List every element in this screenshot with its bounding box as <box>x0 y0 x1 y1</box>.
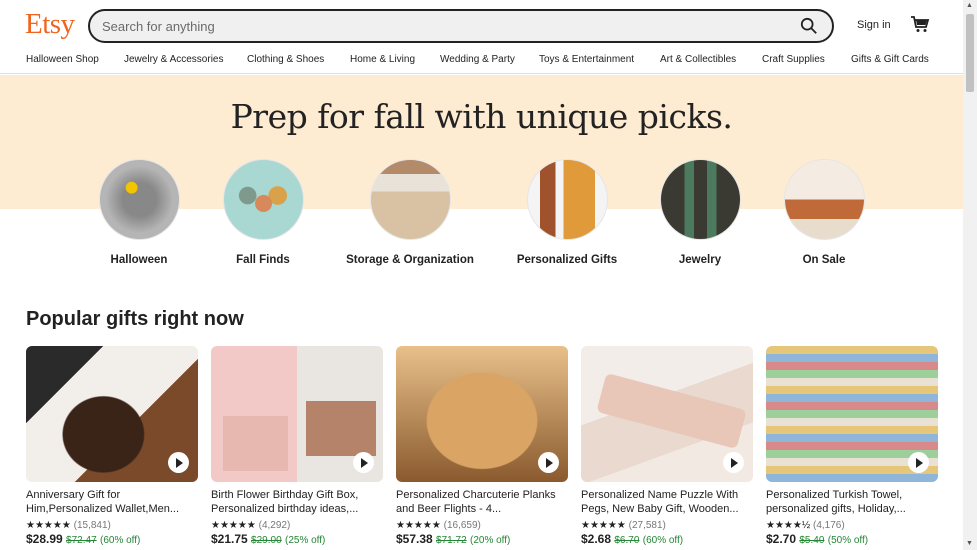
product-price: $2.70 $5.40 (50% off) <box>766 532 869 546</box>
product-image[interactable] <box>581 346 753 482</box>
category-image <box>783 159 865 240</box>
product-title[interactable]: Birth Flower Birthday Gift Box, Personal… <box>211 488 383 516</box>
header: Etsy Sign in <box>0 0 963 50</box>
nav-toys-entertainment[interactable]: Toys & Entertainment <box>539 54 634 65</box>
product-rating: ★★★★½ (4,176) <box>766 520 845 531</box>
nav-craft-supplies[interactable]: Craft Supplies <box>762 54 825 65</box>
play-video-icon[interactable] <box>908 452 929 473</box>
category-label: Personalized Gifts <box>516 254 618 266</box>
product-card[interactable]: Personalized Name Puzzle With Pegs, New … <box>581 346 753 546</box>
category-label: Storage & Organization <box>346 254 474 266</box>
product-rating: ★★★★★ (27,581) <box>581 520 666 531</box>
cart-icon[interactable] <box>910 15 930 33</box>
sign-in-link[interactable]: Sign in <box>857 19 891 31</box>
product-title[interactable]: Personalized Name Puzzle With Pegs, New … <box>581 488 753 516</box>
scroll-up-arrow-icon[interactable]: ▲ <box>966 2 973 9</box>
category-image <box>659 159 741 240</box>
category-jewelry[interactable]: Jewelry <box>630 159 770 266</box>
category-storage-organization[interactable]: Storage & Organization <box>340 159 480 266</box>
scroll-down-arrow-icon[interactable]: ▼ <box>966 540 973 547</box>
nav-art-collectibles[interactable]: Art & Collectibles <box>660 54 736 65</box>
category-fall-finds[interactable]: Fall Finds <box>193 159 333 266</box>
product-card[interactable]: Personalized Turkish Towel, personalized… <box>766 346 938 546</box>
product-rating: ★★★★★ (16,659) <box>396 520 481 531</box>
play-video-icon[interactable] <box>353 452 374 473</box>
product-price: $57.38 $71.72 (20% off) <box>396 532 511 546</box>
category-nav: Halloween Shop Jewelry & Accessories Clo… <box>0 50 963 74</box>
nav-halloween-shop[interactable]: Halloween Shop <box>26 54 99 65</box>
play-video-icon[interactable] <box>168 452 189 473</box>
product-card[interactable]: Birth Flower Birthday Gift Box, Personal… <box>211 346 383 546</box>
category-image <box>526 159 608 240</box>
category-image <box>222 159 304 240</box>
product-image[interactable] <box>211 346 383 482</box>
scrollbar-thumb[interactable] <box>966 14 974 92</box>
product-image[interactable] <box>26 346 198 482</box>
product-card[interactable]: Personalized Charcuterie Planks and Beer… <box>396 346 568 546</box>
category-on-sale[interactable]: On Sale <box>754 159 894 266</box>
product-price: $2.68 $6.70 (60% off) <box>581 532 684 546</box>
product-image-detail <box>306 401 376 456</box>
search-bar[interactable] <box>88 9 834 43</box>
category-halloween[interactable]: Halloween <box>69 159 209 266</box>
nav-home-living[interactable]: Home & Living <box>350 54 415 65</box>
product-image-detail <box>223 416 288 471</box>
product-image[interactable] <box>396 346 568 482</box>
product-image-detail <box>596 372 747 450</box>
category-label: Jewelry <box>678 254 722 266</box>
product-card[interactable]: Anniversary Gift for Him,Personalized Wa… <box>26 346 198 546</box>
category-image <box>369 159 451 240</box>
nav-clothing-shoes[interactable]: Clothing & Shoes <box>247 54 324 65</box>
etsy-logo[interactable]: Etsy <box>25 8 75 41</box>
category-label: On Sale <box>802 254 846 266</box>
play-video-icon[interactable] <box>723 452 744 473</box>
category-label: Fall Finds <box>236 254 290 266</box>
play-video-icon[interactable] <box>538 452 559 473</box>
nav-wedding-party[interactable]: Wedding & Party <box>440 54 515 65</box>
category-image <box>98 159 180 240</box>
category-label: Halloween <box>110 254 168 266</box>
product-rating: ★★★★★ (15,841) <box>26 520 111 531</box>
nav-gifts-gift-cards[interactable]: Gifts & Gift Cards <box>851 54 929 65</box>
product-title[interactable]: Personalized Turkish Towel, personalized… <box>766 488 938 516</box>
product-price: $21.75 $29.00 (25% off) <box>211 532 326 546</box>
category-personalized-gifts[interactable]: Personalized Gifts <box>497 159 637 266</box>
section-title: Popular gifts right now <box>26 308 244 330</box>
nav-jewelry-accessories[interactable]: Jewelry & Accessories <box>124 54 223 65</box>
search-input[interactable] <box>102 18 762 34</box>
product-title[interactable]: Personalized Charcuterie Planks and Beer… <box>396 488 568 516</box>
product-image[interactable] <box>766 346 938 482</box>
search-icon[interactable] <box>800 17 818 35</box>
product-title[interactable]: Anniversary Gift for Him,Personalized Wa… <box>26 488 198 516</box>
product-rating: ★★★★★ (4,292) <box>211 520 291 531</box>
product-price: $28.99 $72.47 (60% off) <box>26 532 141 546</box>
hero-title: Prep for fall with unique picks. <box>230 97 733 136</box>
